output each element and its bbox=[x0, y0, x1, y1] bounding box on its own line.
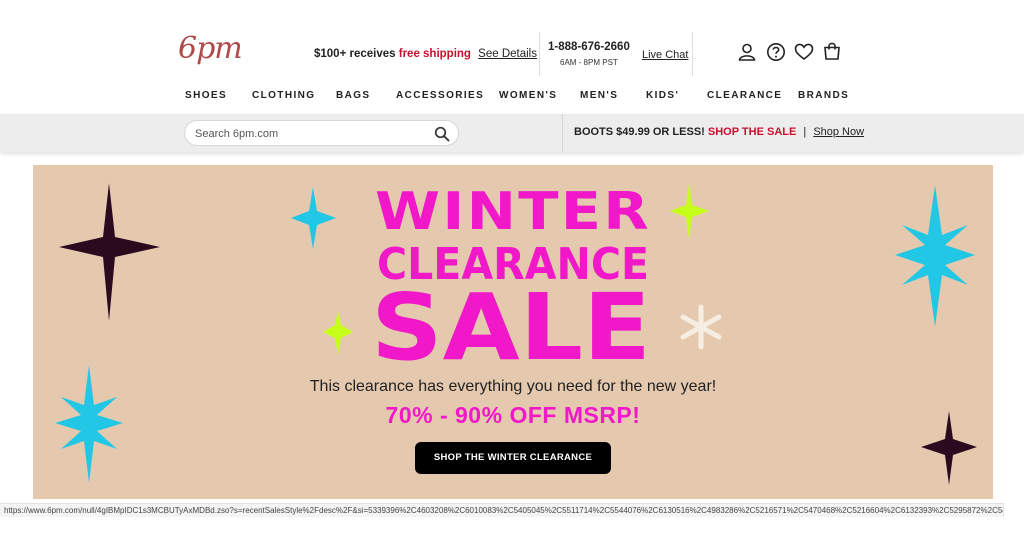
dark-sparkle-icon bbox=[59, 183, 160, 321]
banner-subtitle: This clearance has everything you need f… bbox=[309, 378, 717, 395]
nav-item-brands[interactable]: BRANDS bbox=[798, 90, 849, 101]
free-shipping-promo: $100+ receives free shipping See Details bbox=[314, 48, 537, 60]
divider bbox=[562, 114, 563, 152]
status-bar-url: https://www.6pm.com/null/4gIBMpIDC1s3MCB… bbox=[0, 503, 1004, 517]
live-chat-link[interactable]: Live Chat bbox=[642, 49, 688, 61]
nav-item-clearance[interactable]: CLEARANCE bbox=[707, 90, 782, 101]
nav-item-womens[interactable]: WOMEN'S bbox=[499, 90, 557, 101]
cyan-starburst-icon bbox=[895, 185, 975, 327]
promo-lead: $100+ receives bbox=[314, 48, 396, 60]
nav-item-accessories[interactable]: ACCESSORIES bbox=[396, 90, 484, 101]
headline-sale: SALE bbox=[371, 274, 651, 381]
cyan-sparkle-icon bbox=[291, 187, 336, 249]
search-box bbox=[184, 120, 459, 146]
account-icon[interactable] bbox=[737, 42, 757, 62]
shop-the-sale-link[interactable]: SHOP THE SALE bbox=[708, 126, 796, 138]
separator: | bbox=[803, 126, 807, 138]
banner-discount: 70% - 90% OFF MSRP! bbox=[385, 402, 641, 428]
see-details-link[interactable]: See Details bbox=[478, 48, 537, 60]
nav-item-shoes[interactable]: SHOES bbox=[185, 90, 227, 101]
support-hours: 6AM - 8PM PST bbox=[560, 58, 618, 67]
snowflake-icon bbox=[680, 304, 722, 350]
help-icon[interactable] bbox=[766, 42, 786, 62]
shop-now-link[interactable]: Shop Now bbox=[813, 126, 864, 138]
nav-item-clothing[interactable]: CLOTHING bbox=[252, 90, 315, 101]
lime-sparkle-icon bbox=[323, 311, 353, 355]
divider bbox=[539, 32, 540, 76]
divider bbox=[692, 32, 693, 76]
main-nav: SHOES CLOTHING BAGS ACCESSORIES WOMEN'S … bbox=[0, 90, 1024, 104]
winter-clearance-banner[interactable]: WINTER CLEARANCE SALE This clearance has… bbox=[33, 165, 993, 499]
logo[interactable]: 6pm bbox=[178, 34, 243, 64]
nav-item-mens[interactable]: MEN'S bbox=[580, 90, 618, 101]
nav-item-bags[interactable]: BAGS bbox=[336, 90, 371, 101]
headline-winter: WINTER bbox=[375, 182, 651, 242]
shop-winter-clearance-button[interactable]: SHOP THE WINTER CLEARANCE bbox=[415, 442, 611, 474]
search-input[interactable] bbox=[195, 125, 425, 143]
boots-promo-lead: BOOTS $49.99 OR LESS! bbox=[574, 126, 705, 138]
promo-free-shipping: free shipping bbox=[398, 48, 471, 60]
cart-icon[interactable] bbox=[822, 41, 842, 61]
phone-number[interactable]: 1-888-676-2660 bbox=[548, 41, 630, 53]
search-strip: BOOTS $49.99 OR LESS! SHOP THE SALE | Sh… bbox=[0, 114, 1024, 152]
boots-promo: BOOTS $49.99 OR LESS! SHOP THE SALE | Sh… bbox=[574, 126, 864, 138]
search-icon[interactable] bbox=[434, 126, 450, 142]
lime-sparkle-icon bbox=[670, 183, 709, 239]
nav-item-kids[interactable]: KIDS' bbox=[646, 90, 679, 101]
favorites-icon[interactable] bbox=[794, 42, 814, 62]
